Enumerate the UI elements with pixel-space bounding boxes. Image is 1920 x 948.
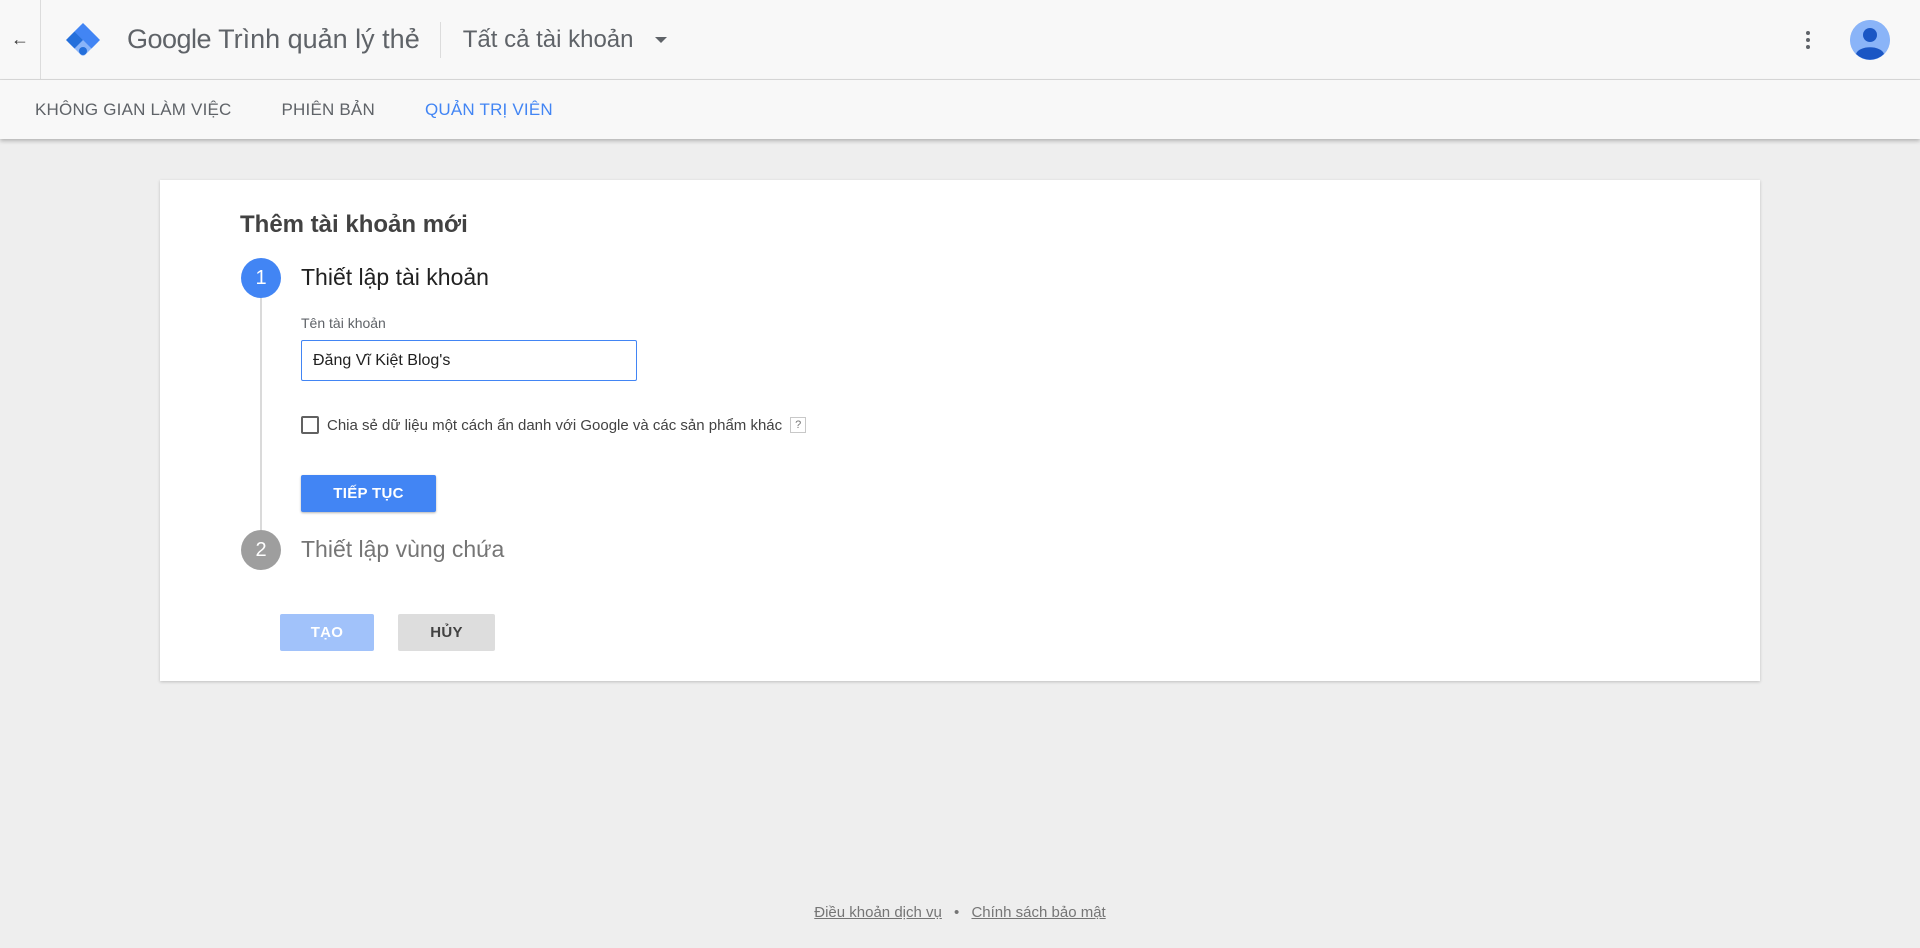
share-data-label: Chia sẻ dữ liệu một cách ẩn danh với Goo… — [327, 416, 783, 434]
back-arrow-icon: ← — [11, 29, 29, 49]
footer: Điều khoản dịch vụ • Chính sách bảo mật — [0, 904, 1920, 921]
back-button[interactable]: ← — [0, 0, 41, 79]
title-divider — [439, 21, 441, 58]
create-button[interactable]: TẠO — [280, 614, 374, 651]
more-vert-icon[interactable] — [1796, 20, 1820, 60]
help-icon[interactable]: ? — [790, 417, 807, 433]
top-app-bar: ← Google Trình quản lý thẻ Tất cả tài kh… — [0, 0, 1920, 80]
share-data-checkbox[interactable] — [301, 416, 319, 434]
step-1-badge: 1 — [241, 258, 281, 298]
account-name-input[interactable] — [301, 340, 637, 381]
account-selector[interactable]: Tất cả tài khoản — [463, 26, 668, 54]
product-title: Google Trình quản lý thẻ — [127, 24, 420, 55]
footer-separator: • — [954, 904, 960, 921]
step-connector-line — [260, 298, 262, 530]
step-2-title: Thiết lập vùng chứa — [301, 536, 505, 562]
account-name-label: Tên tài khoản — [301, 315, 386, 331]
dropdown-caret-icon — [655, 36, 668, 43]
tab-admin[interactable]: QUẢN TRỊ VIÊN — [425, 100, 553, 120]
step-2-badge: 2 — [241, 530, 281, 570]
share-data-row: Chia sẻ dữ liệu một cách ẩn danh với Goo… — [301, 416, 807, 434]
product-logo[interactable]: Google Trình quản lý thẻ — [63, 0, 420, 79]
card-title: Thêm tài khoản mới — [240, 211, 468, 238]
top-right-actions — [1796, 0, 1920, 79]
privacy-policy-link[interactable]: Chính sách bảo mật — [971, 904, 1105, 921]
account-selector-label: Tất cả tài khoản — [462, 25, 634, 53]
account-avatar-icon[interactable] — [1850, 19, 1890, 60]
tag-manager-logo-icon — [63, 20, 103, 60]
navigation-tabs: KHÔNG GIAN LÀM VIỆC PHIÊN BẢN QUẢN TRỊ V… — [0, 80, 1920, 139]
product-name: Trình quản lý thẻ — [218, 24, 420, 54]
tab-workspace[interactable]: KHÔNG GIAN LÀM VIỆC — [35, 100, 232, 120]
add-account-card: Thêm tài khoản mới 1 Thiết lập tài khoản… — [160, 180, 1760, 681]
brand-name: Google — [127, 24, 212, 54]
continue-button[interactable]: TIẾP TỤC — [301, 475, 436, 512]
step-1-title: Thiết lập tài khoản — [301, 264, 489, 290]
cancel-button[interactable]: HỦY — [398, 614, 495, 651]
tab-versions[interactable]: PHIÊN BẢN — [282, 100, 375, 120]
terms-of-service-link[interactable]: Điều khoản dịch vụ — [814, 904, 942, 921]
